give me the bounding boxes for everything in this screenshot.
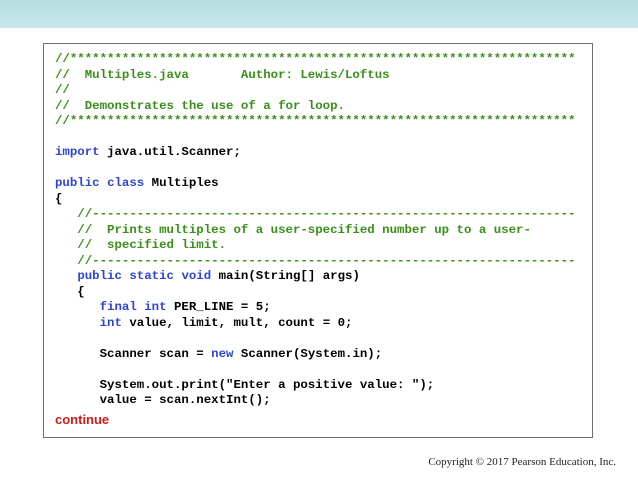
- code-line: int value, limit, mult, count = 0;: [55, 316, 576, 332]
- code-line: public class Multiples: [55, 176, 576, 192]
- copyright-notice: Copyright © 2017 Pearson Education, Inc.: [428, 456, 616, 468]
- code-comment: //**************************************…: [55, 114, 576, 128]
- code-listing: //**************************************…: [55, 52, 576, 409]
- header-band: [0, 0, 638, 28]
- code-text: Scanner scan =: [55, 346, 212, 361]
- code-text: System.out.print("Enter a positive value…: [55, 377, 435, 392]
- code-comment: //--------------------------------------…: [55, 253, 576, 268]
- code-keyword: void: [181, 269, 212, 283]
- code-line: // specified limit.: [55, 238, 576, 254]
- code-keyword: new: [211, 346, 234, 361]
- code-line: //: [55, 83, 576, 99]
- code-text: java.util.Scanner;: [99, 145, 241, 159]
- code-keyword: import: [55, 145, 100, 159]
- code-line: Scanner scan = new Scanner(System.in);: [55, 347, 576, 363]
- code-comment: //**************************************…: [55, 52, 576, 66]
- code-line: // Prints multiples of a user-specified …: [55, 223, 576, 239]
- code-line: {: [55, 285, 576, 301]
- code-line: {: [55, 192, 576, 208]
- code-text: value = scan.nextInt();: [55, 393, 271, 407]
- code-text: Scanner(System.in);: [233, 346, 383, 361]
- code-text: PER_LINE = 5;: [166, 300, 271, 314]
- code-comment: // Demonstrates the use of a for loop.: [55, 98, 345, 113]
- code-line: value = scan.nextInt();: [55, 393, 576, 409]
- code-keyword: int: [99, 315, 122, 330]
- code-keyword: static: [129, 269, 174, 283]
- code-keyword: class: [107, 176, 145, 190]
- code-text: {: [55, 191, 63, 206]
- code-line: // Demonstrates the use of a for loop.: [55, 99, 576, 115]
- code-text: main(String[] args): [211, 269, 360, 283]
- code-line: public static void main(String[] args): [55, 269, 576, 285]
- code-keyword: public: [55, 176, 100, 190]
- code-keyword: public: [77, 269, 122, 283]
- code-listing-box: //**************************************…: [43, 43, 593, 438]
- continue-label: continue: [55, 412, 110, 427]
- code-text: {: [55, 284, 85, 299]
- code-line: import java.util.Scanner;: [55, 145, 576, 161]
- code-comment: //--------------------------------------…: [55, 207, 576, 221]
- code-line: //**************************************…: [55, 52, 576, 68]
- code-text: value, limit, mult, count = 0;: [121, 315, 353, 330]
- code-comment: // Multiples.java Author: Lewis/Loftus: [55, 67, 390, 82]
- code-comment: // Prints multiples of a user-specified …: [55, 222, 531, 237]
- code-line: //--------------------------------------…: [55, 207, 576, 223]
- code-line: //**************************************…: [55, 114, 576, 130]
- code-line: //--------------------------------------…: [55, 253, 576, 270]
- code-text: Multiples: [144, 176, 219, 190]
- code-line: System.out.print("Enter a positive value…: [55, 378, 576, 394]
- code-keyword: int: [144, 300, 167, 314]
- code-line: final int PER_LINE = 5;: [55, 300, 576, 316]
- slide: //**************************************…: [0, 28, 638, 478]
- code-keyword: final: [99, 300, 137, 314]
- code-line: // Multiples.java Author: Lewis/Loftus: [55, 68, 576, 84]
- code-comment: //: [55, 83, 70, 97]
- code-comment: // specified limit.: [55, 238, 227, 252]
